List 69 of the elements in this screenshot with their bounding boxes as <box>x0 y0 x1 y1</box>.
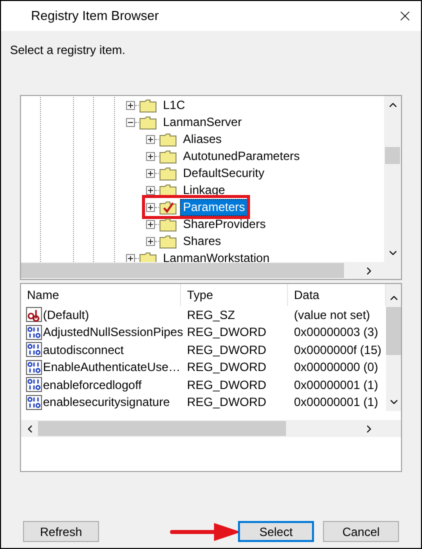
name-cell-text: (Default) <box>43 306 90 324</box>
expander-icon[interactable] <box>146 135 155 144</box>
scrollbar-thumb[interactable] <box>385 147 400 164</box>
name-cell-text: autodisconnect <box>43 342 124 359</box>
expander-icon[interactable] <box>146 237 155 246</box>
tree-item[interactable]: LanmanServer <box>160 114 245 131</box>
column-header[interactable]: Type <box>181 284 288 306</box>
folder-icon <box>159 132 177 146</box>
name-cell-text: enablesecuritysignature <box>43 394 170 412</box>
tree-item[interactable]: LanmanWorkstation <box>160 250 272 262</box>
name-cell-text: EnableAuthenticateUse… <box>43 359 180 376</box>
expander-icon[interactable] <box>146 169 155 178</box>
expander-icon[interactable] <box>126 118 135 127</box>
binary-value-icon <box>26 324 42 340</box>
horizontal-scrollbar[interactable] <box>21 420 401 437</box>
folder-icon <box>139 116 157 130</box>
scrollbar-thumb[interactable] <box>21 263 344 278</box>
folder-icon <box>159 184 177 198</box>
tree-item[interactable]: Linkage <box>180 182 228 199</box>
select-button[interactable]: Select <box>238 521 314 542</box>
folder-icon <box>139 98 157 112</box>
name-cell-text: AdjustedNullSessionPipes <box>43 324 184 342</box>
column-header[interactable]: Name <box>21 284 181 306</box>
name-cell-text: enableforcedlogoff <box>43 376 142 394</box>
scrollbar-thumb[interactable] <box>386 307 401 355</box>
tree-item[interactable]: Parameters <box>180 199 248 216</box>
prompt-text: Select a registry item. <box>10 43 126 58</box>
binary-value-icon <box>26 342 42 358</box>
folder-icon <box>159 150 177 164</box>
expander-icon[interactable] <box>126 254 135 262</box>
scrollbar-thumb[interactable] <box>38 421 286 436</box>
folder-icon <box>139 252 157 262</box>
data-cell-text: (value not set) <box>293 306 372 324</box>
type-cell-text: REG_DWORD <box>186 359 268 376</box>
vertical-scrollbar[interactable] <box>384 96 401 262</box>
data-cell-text: 0x00000001 (1) <box>293 376 380 394</box>
string-value-icon <box>26 307 42 322</box>
folder-icon <box>159 166 177 180</box>
binary-value-icon <box>26 394 42 410</box>
binary-value-icon <box>26 377 42 392</box>
expander-icon[interactable] <box>146 220 155 229</box>
data-cell-text: 0x00000000 (0) <box>293 359 380 376</box>
type-cell-text: REG_DWORD <box>186 342 268 359</box>
folder-icon <box>159 218 177 232</box>
expander-icon[interactable] <box>146 203 155 212</box>
tree-item[interactable]: L1C <box>160 97 188 114</box>
data-cell-text: 0x0000000f (15) <box>293 342 382 359</box>
expander-icon[interactable] <box>146 152 155 161</box>
expander-icon[interactable] <box>126 101 135 110</box>
type-cell-text: REG_DWORD <box>186 394 268 412</box>
expander-icon[interactable] <box>146 186 155 195</box>
data-cell-text: 0x00000003 (3) <box>293 324 380 342</box>
type-cell-text: REG_DWORD <box>186 376 268 394</box>
tree-item[interactable]: Aliases <box>180 131 225 148</box>
data-cell-text: 0x00000001 (1) <box>293 394 380 412</box>
horizontal-scrollbar[interactable] <box>21 262 401 279</box>
type-cell-text: REG_DWORD <box>186 324 268 342</box>
binary-value-icon <box>26 360 42 375</box>
tree-item[interactable]: Shares <box>180 233 224 250</box>
tree-item[interactable]: DefaultSecurity <box>180 165 268 182</box>
tree-item[interactable]: AutotunedParameters <box>180 148 303 165</box>
checked-folder-icon <box>159 200 177 214</box>
vertical-scrollbar[interactable] <box>386 284 401 411</box>
type-cell-text: REG_SZ <box>186 306 236 324</box>
tree-item[interactable]: ShareProviders <box>180 216 269 233</box>
folder-icon <box>159 234 177 248</box>
window-title: Registry Item Browser <box>31 7 159 26</box>
cancel-button[interactable]: Cancel <box>323 521 399 542</box>
refresh-button[interactable]: Refresh <box>23 521 99 542</box>
